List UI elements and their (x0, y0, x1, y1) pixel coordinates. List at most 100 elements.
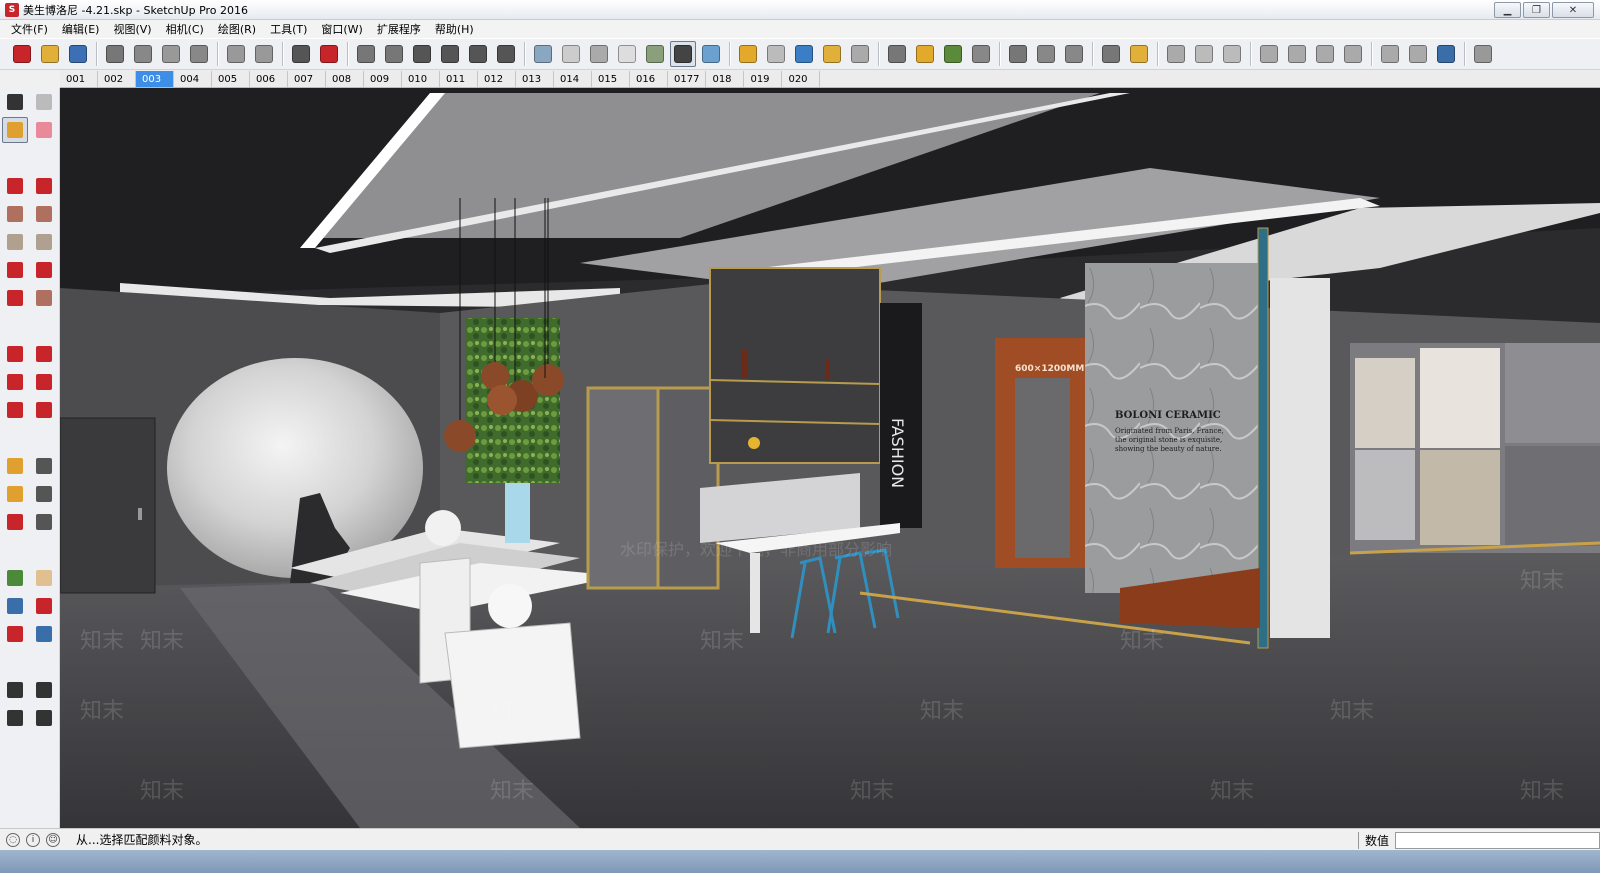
user-icon[interactable]: ☺ (46, 832, 60, 847)
previous-view-tool[interactable] (31, 621, 57, 647)
shadow-button[interactable] (912, 41, 938, 67)
extension-warehouse-button[interactable] (819, 41, 845, 67)
menu-item[interactable]: 窗口(W) (314, 21, 369, 37)
scene-tab[interactable]: 005 (212, 71, 250, 87)
menu-item[interactable]: 工具(T) (263, 21, 314, 37)
rotated-rect-tool[interactable] (31, 201, 57, 227)
offset-tool[interactable] (31, 397, 57, 423)
print-button[interactable] (288, 41, 314, 67)
freehand-tool[interactable] (31, 173, 57, 199)
geo-location-icon[interactable]: ◌ (6, 832, 20, 847)
scene-render[interactable]: FASHION 600×1200MM BOLONI CERAMIC Origin… (60, 88, 1600, 828)
orbit-tool[interactable] (2, 565, 28, 591)
arc-tool[interactable] (2, 257, 28, 283)
share-model-button[interactable] (763, 41, 789, 67)
menu-item[interactable]: 文件(F) (4, 21, 55, 37)
credits-icon[interactable]: i (26, 832, 40, 847)
scene-tab[interactable]: 003 (136, 71, 174, 87)
sound-button[interactable] (1005, 41, 1031, 67)
menu-item[interactable]: 视图(V) (106, 21, 158, 37)
paint-bucket-tool[interactable] (2, 117, 28, 143)
right-view-button[interactable] (437, 41, 463, 67)
warehouse-button[interactable] (735, 41, 761, 67)
scene-tab[interactable]: 019 (744, 71, 783, 87)
copy-button[interactable] (130, 41, 156, 67)
zoom-window-tool[interactable] (31, 593, 57, 619)
3d-text-tool[interactable] (31, 509, 57, 535)
eraser-tool[interactable] (31, 117, 57, 143)
back-view-button[interactable] (465, 41, 491, 67)
restore-button[interactable]: ❐ (1523, 2, 1550, 18)
shaded-texture-button[interactable] (670, 41, 696, 67)
minimize-button[interactable]: ▁ (1494, 2, 1521, 18)
open-button[interactable] (37, 41, 63, 67)
text-tool[interactable] (31, 481, 57, 507)
monochrome-button[interactable] (698, 41, 724, 67)
line-tool[interactable] (2, 173, 28, 199)
rotate-tool[interactable] (2, 369, 28, 395)
make-component-tool[interactable] (31, 89, 57, 115)
share-component-button[interactable] (791, 41, 817, 67)
section-tool[interactable] (31, 705, 57, 731)
curve-button[interactable] (1470, 41, 1496, 67)
scene-tab[interactable]: 004 (174, 71, 212, 87)
sketchup-icon[interactable]: S (5, 2, 19, 17)
axes-tool[interactable] (2, 509, 28, 535)
iso-view-button[interactable] (353, 41, 379, 67)
settings-alt-button[interactable] (1061, 41, 1087, 67)
undo-button[interactable] (223, 41, 249, 67)
layout-2-button[interactable] (1284, 41, 1310, 67)
info-button[interactable] (1126, 41, 1152, 67)
paste-button[interactable] (158, 41, 184, 67)
layout-4-button[interactable] (1340, 41, 1366, 67)
layout-1-button[interactable] (1256, 41, 1282, 67)
wireframe-button[interactable] (586, 41, 612, 67)
layout-6-button[interactable] (1405, 41, 1431, 67)
web-button[interactable] (1219, 41, 1245, 67)
protractor-tool[interactable] (2, 481, 28, 507)
move-tool[interactable] (2, 341, 28, 367)
arc-3pt-tool[interactable] (2, 285, 28, 311)
pan-tool[interactable] (31, 565, 57, 591)
scene-tab[interactable]: 0177 (668, 71, 707, 87)
tree-button[interactable] (940, 41, 966, 67)
look-around-tool[interactable] (31, 677, 57, 703)
front-view-button[interactable] (409, 41, 435, 67)
pie-tool[interactable] (31, 285, 57, 311)
position-camera-tool[interactable] (2, 677, 28, 703)
scene-tab[interactable]: 012 (478, 71, 516, 87)
polygon-tool[interactable] (31, 229, 57, 255)
model-viewport[interactable]: FASHION 600×1200MM BOLONI CERAMIC Origin… (60, 88, 1600, 828)
scene-tab[interactable]: 002 (98, 71, 136, 87)
rectangle-tool[interactable] (2, 201, 28, 227)
model-info-button[interactable] (316, 41, 342, 67)
new-button[interactable] (9, 41, 35, 67)
tape-measure-tool[interactable] (2, 453, 28, 479)
scene-tab[interactable]: 020 (782, 71, 821, 87)
menu-item[interactable]: 编辑(E) (55, 21, 107, 37)
layout-3-button[interactable] (1312, 41, 1338, 67)
zoom-extents-tool[interactable] (2, 621, 28, 647)
select-tool[interactable] (2, 89, 28, 115)
follow-me-tool[interactable] (31, 369, 57, 395)
exe-button[interactable] (1191, 41, 1217, 67)
top-view-button[interactable] (381, 41, 407, 67)
scene-tab[interactable]: 011 (440, 71, 478, 87)
walk-tool[interactable] (2, 705, 28, 731)
scene-tab[interactable]: 001 (60, 71, 98, 87)
layout-5-button[interactable] (1377, 41, 1403, 67)
shaded-button[interactable] (642, 41, 668, 67)
menu-item[interactable]: 帮助(H) (428, 21, 481, 37)
push-pull-tool[interactable] (31, 341, 57, 367)
render-button[interactable] (968, 41, 994, 67)
section-plane-button[interactable] (884, 41, 910, 67)
redo-button[interactable] (251, 41, 277, 67)
scene-tab[interactable]: 016 (630, 71, 668, 87)
measurements-input[interactable] (1395, 831, 1600, 849)
erase-button[interactable] (186, 41, 212, 67)
back-edges-button[interactable] (558, 41, 584, 67)
scene-tab[interactable]: 007 (288, 71, 326, 87)
xray-button[interactable] (530, 41, 556, 67)
scene-tab[interactable]: 006 (250, 71, 288, 87)
menu-item[interactable]: 相机(C) (159, 21, 211, 37)
